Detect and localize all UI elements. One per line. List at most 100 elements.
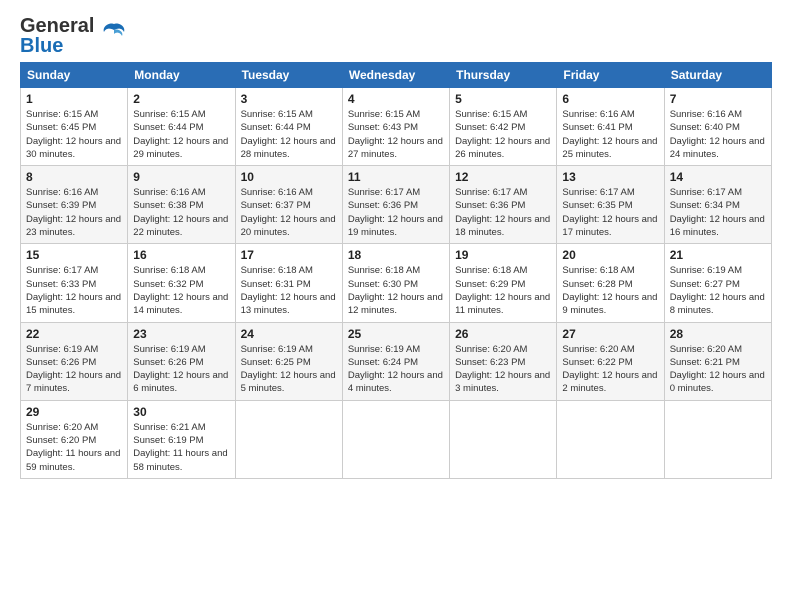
day-number: 21 <box>670 248 766 262</box>
calendar-cell: 20 Sunrise: 6:18 AMSunset: 6:28 PMDayligh… <box>557 244 664 322</box>
calendar-cell: 6Sunrise: 6:16 AMSunset: 6:41 PMDaylight… <box>557 88 664 166</box>
day-info: Sunrise: 6:16 AMSunset: 6:39 PMDaylight:… <box>26 186 122 239</box>
day-number: 7 <box>670 92 766 106</box>
header: General Blue <box>20 16 772 56</box>
logo-bird-icon <box>100 20 128 48</box>
calendar-cell: 24 Sunrise: 6:19 AMSunset: 6:25 PMDayligh… <box>235 322 342 400</box>
day-info: Sunrise: 6:20 AMSunset: 6:21 PMDaylight:… <box>670 343 766 396</box>
calendar-cell: 28Sunrise: 6:20 AMSunset: 6:21 PMDayligh… <box>664 322 771 400</box>
calendar-week-row: 8Sunrise: 6:16 AMSunset: 6:39 PMDaylight… <box>21 166 772 244</box>
day-number: 24 <box>241 327 337 341</box>
calendar-cell <box>450 400 557 478</box>
daylight-text: Daylight: 12 hours and 0 minutes. <box>670 370 765 394</box>
day-number: 19 <box>455 248 551 262</box>
sunrise-text: Sunrise: 6:16 AM <box>562 109 634 120</box>
calendar-cell: 30 Sunrise: 6:21 AMSunset: 6:19 PMDayligh… <box>128 400 235 478</box>
day-number: 20 <box>562 248 658 262</box>
calendar-cell: 4Sunrise: 6:15 AMSunset: 6:43 PMDaylight… <box>342 88 449 166</box>
logo: General Blue <box>20 16 128 56</box>
calendar-cell <box>342 400 449 478</box>
daylight-text: Daylight: 12 hours and 12 minutes. <box>348 292 443 316</box>
sunrise-text: Sunrise: 6:18 AM <box>241 265 313 276</box>
daylight-text: Daylight: 12 hours and 25 minutes. <box>562 136 657 160</box>
sunrise-text: Sunrise: 6:17 AM <box>562 187 634 198</box>
sunset-text: Sunset: 6:36 PM <box>455 200 525 211</box>
sunset-text: Sunset: 6:23 PM <box>455 357 525 368</box>
sunset-text: Sunset: 6:35 PM <box>562 200 632 211</box>
day-number: 27 <box>562 327 658 341</box>
day-number: 10 <box>241 170 337 184</box>
day-number: 15 <box>26 248 122 262</box>
day-header-tuesday: Tuesday <box>235 63 342 88</box>
sunrise-text: Sunrise: 6:15 AM <box>455 109 527 120</box>
sunrise-text: Sunrise: 6:18 AM <box>348 265 420 276</box>
day-info: Sunrise: 6:15 AMSunset: 6:42 PMDaylight:… <box>455 108 551 161</box>
sunrise-text: Sunrise: 6:16 AM <box>241 187 313 198</box>
daylight-text: Daylight: 12 hours and 15 minutes. <box>26 292 121 316</box>
daylight-text: Daylight: 12 hours and 18 minutes. <box>455 214 550 238</box>
calendar-cell: 14Sunrise: 6:17 AMSunset: 6:34 PMDayligh… <box>664 166 771 244</box>
day-info: Sunrise: 6:15 AMSunset: 6:44 PMDaylight:… <box>241 108 337 161</box>
daylight-text: Daylight: 12 hours and 9 minutes. <box>562 292 657 316</box>
day-info: Sunrise: 6:19 AM Sunset: 6:26 PM Daylight:… <box>26 343 122 396</box>
sunrise-text: Sunrise: 6:18 AM <box>562 265 634 276</box>
calendar-cell: 7 Sunrise: 6:16 AMSunset: 6:40 PMDaylight… <box>664 88 771 166</box>
calendar-week-row: 29Sunrise: 6:20 AMSunset: 6:20 PMDayligh… <box>21 400 772 478</box>
sunrise-text: Sunrise: 6:18 AM <box>133 265 205 276</box>
calendar-cell: 18Sunrise: 6:18 AMSunset: 6:30 PMDayligh… <box>342 244 449 322</box>
sunrise-text: Sunrise: 6:20 AM <box>562 344 634 355</box>
day-info: Sunrise: 6:18 AMSunset: 6:31 PMDaylight:… <box>241 264 337 317</box>
day-info: Sunrise: 6:21 AMSunset: 6:19 PMDaylight:… <box>133 421 229 474</box>
day-info: Sunrise: 6:15 AMSunset: 6:43 PMDaylight:… <box>348 108 444 161</box>
day-number: 30 <box>133 405 229 419</box>
sunset-text: Sunset: 6:24 PM <box>348 357 418 368</box>
sunrise-text: Sunrise: 6:21 AM <box>133 422 205 433</box>
sunrise-text: Sunrise: 6:19 AM <box>241 344 313 355</box>
sunset-text: Sunset: 6:27 PM <box>670 279 740 290</box>
day-header-monday: Monday <box>128 63 235 88</box>
sunset-text: Sunset: 6:44 PM <box>133 122 203 133</box>
sunrise-text: Sunrise: 6:15 AM <box>241 109 313 120</box>
calendar-cell: 23Sunrise: 6:19 AMSunset: 6:26 PMDayligh… <box>128 322 235 400</box>
sunset-text: Sunset: 6:33 PM <box>26 279 96 290</box>
day-number: 8 <box>26 170 122 184</box>
day-info: Sunrise: 6:16 AMSunset: 6:40 PMDaylight:… <box>670 108 766 161</box>
sunrise-text: Sunrise: 6:20 AM <box>26 422 98 433</box>
sunrise-text: Sunrise: 6:19 AM <box>670 265 742 276</box>
day-info: Sunrise: 6:16 AMSunset: 6:38 PMDaylight:… <box>133 186 229 239</box>
daylight-text: Daylight: 12 hours and 7 minutes. <box>26 370 121 394</box>
calendar-cell: 9Sunrise: 6:16 AMSunset: 6:38 PMDaylight… <box>128 166 235 244</box>
day-number: 29 <box>26 405 122 419</box>
daylight-text: Daylight: 11 hours and 58 minutes. <box>133 448 227 472</box>
sunrise-text: Sunrise: 6:17 AM <box>348 187 420 198</box>
daylight-text: Daylight: 11 hours and 59 minutes. <box>26 448 120 472</box>
sunset-text: Sunset: 6:44 PM <box>241 122 311 133</box>
calendar-cell: 22Sunrise: 6:19 AMSunset: 6:26 PMDayligh… <box>21 322 128 400</box>
logo-blue: Blue <box>20 36 94 56</box>
sunset-text: Sunset: 6:36 PM <box>348 200 418 211</box>
day-info: Sunrise: 6:17 AMSunset: 6:34 PMDaylight:… <box>670 186 766 239</box>
day-number: 26 <box>455 327 551 341</box>
day-info: Sunrise: 6:17 AMSunset: 6:36 PMDaylight:… <box>348 186 444 239</box>
day-info: Sunrise: 6:17 AMSunset: 6:35 PMDaylight:… <box>562 186 658 239</box>
calendar-cell: 29Sunrise: 6:20 AMSunset: 6:20 PMDayligh… <box>21 400 128 478</box>
day-number: 1 <box>26 92 122 106</box>
sunset-text: Sunset: 6:39 PM <box>26 200 96 211</box>
day-info: Sunrise: 6:19 AMSunset: 6:25 PMDaylight:… <box>241 343 337 396</box>
daylight-text: Daylight: 12 hours and 23 minutes. <box>26 214 121 238</box>
sunset-text: Sunset: 6:45 PM <box>26 122 96 133</box>
day-header-thursday: Thursday <box>450 63 557 88</box>
day-number: 3 <box>241 92 337 106</box>
sunrise-text: Sunrise: 6:19 AM <box>348 344 420 355</box>
day-info: Sunrise: 6:15 AMSunset: 6:44 PMDaylight:… <box>133 108 229 161</box>
calendar-week-row: 15Sunrise: 6:17 AMSunset: 6:33 PMDayligh… <box>21 244 772 322</box>
sunrise-text: Sunrise: 6:19 AM <box>26 344 98 355</box>
daylight-text: Daylight: 12 hours and 13 minutes. <box>241 292 336 316</box>
calendar-header-row: SundayMondayTuesdayWednesdayThursdayFrid… <box>21 63 772 88</box>
daylight-text: Daylight: 12 hours and 4 minutes. <box>348 370 443 394</box>
day-info: Sunrise: 6:20 AMSunset: 6:22 PMDaylight:… <box>562 343 658 396</box>
daylight-text: Daylight: 12 hours and 29 minutes. <box>133 136 228 160</box>
sunset-text: Sunset: 6:26 PM <box>26 357 96 368</box>
day-info: Sunrise: 6:18 AMSunset: 6:28 PMDaylight:… <box>562 264 658 317</box>
day-info: Sunrise: 6:20 AMSunset: 6:23 PMDaylight:… <box>455 343 551 396</box>
